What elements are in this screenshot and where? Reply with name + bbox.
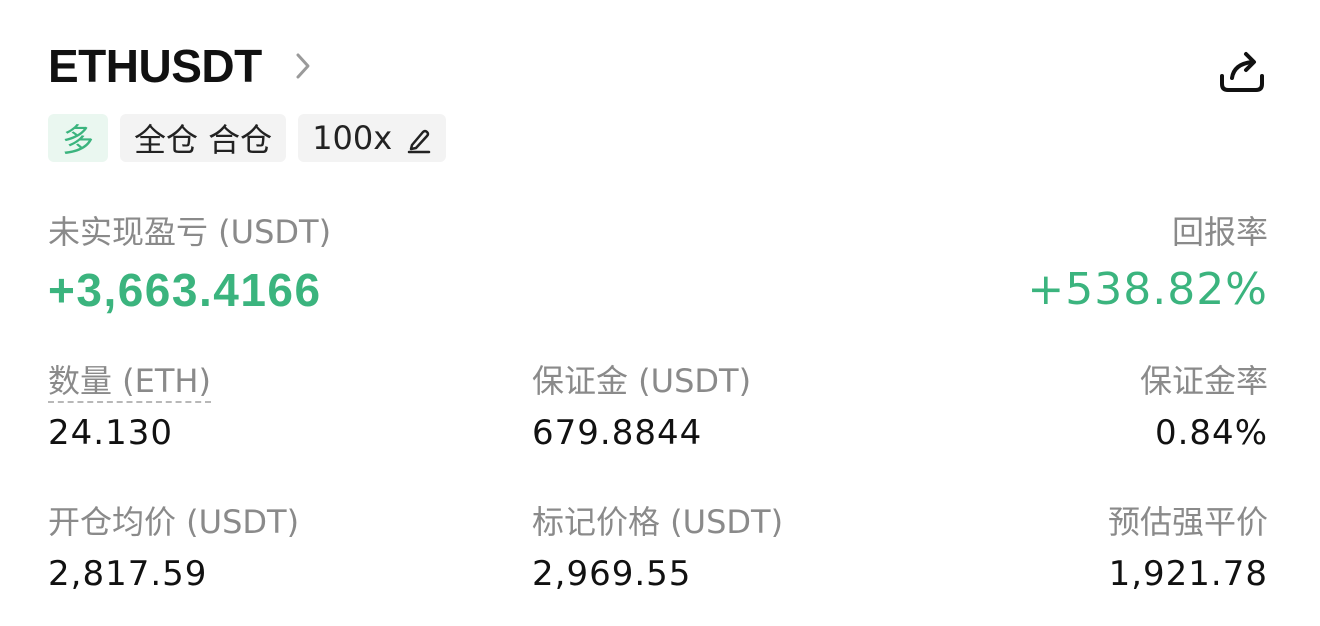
- symbol-title[interactable]: ETHUSDT: [48, 38, 262, 94]
- position-card: ETHUSDT 多 全仓 合仓 100x 未实现盈亏 (USDT) +3,663…: [0, 0, 1320, 626]
- margin-ratio-value: 0.84%: [1154, 413, 1268, 453]
- chevron-right-icon[interactable]: [292, 51, 314, 81]
- side-badge: 多: [48, 114, 108, 162]
- leverage-label: 100x: [312, 119, 393, 157]
- position-tags: 多 全仓 合仓 100x: [48, 114, 447, 162]
- quantity-value: 24.130: [48, 413, 173, 453]
- pencil-icon[interactable]: [406, 124, 432, 154]
- symbol-header[interactable]: ETHUSDT: [48, 38, 314, 94]
- margin-label: 保证金 (USDT): [532, 362, 752, 400]
- quantity-label[interactable]: 数量 (ETH): [48, 361, 211, 403]
- roe-value: +538.82%: [1027, 264, 1268, 315]
- mark-price-value: 2,969.55: [532, 554, 692, 594]
- margin-ratio-label: 保证金率: [1139, 362, 1268, 400]
- quantity-label-text: 数量 (ETH): [48, 362, 211, 403]
- leverage-button[interactable]: 100x: [298, 114, 447, 162]
- liquidation-price-value: 1,921.78: [1108, 554, 1268, 594]
- entry-price-label: 开仓均价 (USDT): [48, 503, 300, 541]
- margin-value: 679.8844: [532, 413, 703, 453]
- unrealized-pnl-value: +3,663.4166: [48, 264, 322, 316]
- unrealized-pnl-label: 未实现盈亏 (USDT): [48, 213, 332, 251]
- mark-price-label: 标记价格 (USDT): [532, 503, 784, 541]
- share-icon[interactable]: [1216, 46, 1268, 96]
- roe-label: 回报率: [1171, 213, 1268, 251]
- margin-mode-badge: 全仓 合仓: [120, 114, 287, 162]
- liquidation-price-label: 预估强平价: [1107, 503, 1268, 541]
- entry-price-value: 2,817.59: [48, 554, 208, 594]
